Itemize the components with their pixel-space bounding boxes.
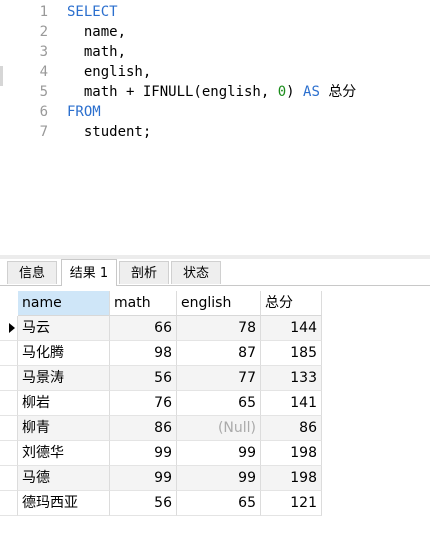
table-cell[interactable]: 198 [261,466,322,491]
table-cell[interactable]: 马化腾 [18,341,110,366]
table-row[interactable]: 马景涛 56 77 133 [0,366,322,391]
table-cell[interactable]: 马云 [18,316,110,341]
table-cell[interactable]: 马景涛 [18,366,110,391]
table-cell[interactable]: 185 [261,341,322,366]
table-cell[interactable]: 99 [177,441,261,466]
table-cell[interactable]: 刘德华 [18,441,110,466]
sql-token: ) [286,84,304,100]
line-number: 2 [39,24,48,40]
code-text: math, [67,42,126,62]
tab-status[interactable]: 状态 [171,261,221,284]
sql-editor[interactable]: 1 SELECT 2 name, 3 math, 4 english, 5 math + … [0,0,430,255]
sql-keyword: AS [303,84,320,100]
code-text: student; [67,122,151,142]
row-indicator[interactable] [0,441,18,466]
table-cell[interactable]: 141 [261,391,322,416]
line-number: 4 [39,64,48,80]
row-indicator[interactable] [0,391,18,416]
sql-token: math, [67,44,127,60]
table-cell[interactable]: 德玛西亚 [18,491,110,516]
table-cell[interactable]: 198 [261,441,322,466]
table-cell[interactable]: 86 [261,416,322,441]
table-row[interactable]: 马云 66 78 144 [0,316,322,341]
table-cell[interactable]: 99 [110,466,177,491]
result-tab-bar: 信息 结果 1 剖析 状态 [0,259,430,286]
table-cell[interactable]: 78 [177,316,261,341]
sql-keyword: FROM [67,104,101,120]
row-indicator[interactable] [0,366,18,391]
grid-header-row: name math english 总分 [0,291,322,316]
code-line[interactable]: 4 english, [0,62,430,82]
code-text: FROM [67,102,101,122]
column-header[interactable]: math [110,291,177,316]
tab-info[interactable]: 信息 [7,261,57,284]
table-cell[interactable]: 65 [177,391,261,416]
code-line[interactable]: 5 math + IFNULL(english, 0) AS 总分 [0,82,430,102]
code-text: SELECT [67,2,118,22]
sql-keyword: SELECT [67,4,118,20]
tab-profile[interactable]: 剖析 [119,261,169,284]
row-indicator[interactable] [0,466,18,491]
table-row[interactable]: 马德 99 99 198 [0,466,322,491]
code-text: math + IFNULL(english, 0) AS 总分 [67,82,356,102]
row-indicator[interactable] [0,491,18,516]
line-number: 1 [39,4,48,20]
table-cell[interactable]: 87 [177,341,261,366]
table-row[interactable]: 柳青 86 (Null) 86 [0,416,322,441]
column-header[interactable]: english [177,291,261,316]
table-cell[interactable]: 98 [110,341,177,366]
code-text: english, [67,62,151,82]
table-row[interactable]: 柳岩 76 65 141 [0,391,322,416]
table-row[interactable]: 刘德华 99 99 198 [0,441,322,466]
code-line[interactable]: 7 student; [0,122,430,142]
code-line[interactable]: 1 SELECT [0,2,430,22]
line-number: 7 [39,124,48,140]
table-cell[interactable]: 77 [177,366,261,391]
table-cell[interactable]: 柳青 [18,416,110,441]
sql-number: 0 [277,84,287,100]
table-cell[interactable]: 99 [110,441,177,466]
column-header[interactable]: name [18,291,110,316]
table-cell[interactable]: 66 [110,316,177,341]
current-row-pointer-icon [9,323,15,333]
line-number: 5 [39,84,48,100]
sql-token: student; [67,124,152,140]
code-line[interactable]: 6 FROM [0,102,430,122]
code-text: name, [67,22,126,42]
line-number: 3 [39,44,48,60]
table-cell[interactable]: 144 [261,316,322,341]
table-cell[interactable]: 76 [110,391,177,416]
table-cell[interactable]: 马德 [18,466,110,491]
code-line[interactable]: 3 math, [0,42,430,62]
row-indicator[interactable] [0,316,18,341]
tab-result-1[interactable]: 结果 1 [61,259,117,286]
table-row[interactable]: 德玛西亚 56 65 121 [0,491,322,516]
sql-token: name, [67,24,127,40]
table-cell[interactable]: 121 [261,491,322,516]
table-cell[interactable]: 99 [177,466,261,491]
table-row[interactable]: 马化腾 98 87 185 [0,341,322,366]
table-cell[interactable]: 65 [177,491,261,516]
sql-token: 总分 [328,84,357,100]
table-cell[interactable]: 133 [261,366,322,391]
sql-token: math + IFNULL(english, [67,84,278,100]
table-cell[interactable]: 柳岩 [18,391,110,416]
table-cell[interactable]: (Null) [177,416,261,441]
row-indicator[interactable] [0,341,18,366]
sql-token: english, [67,64,152,80]
row-indicator[interactable] [0,416,18,441]
line-number: 6 [39,104,48,120]
table-cell[interactable]: 56 [110,491,177,516]
table-cell[interactable]: 56 [110,366,177,391]
column-header[interactable]: 总分 [261,291,322,316]
table-cell[interactable]: 86 [110,416,177,441]
code-line[interactable]: 2 name, [0,22,430,42]
